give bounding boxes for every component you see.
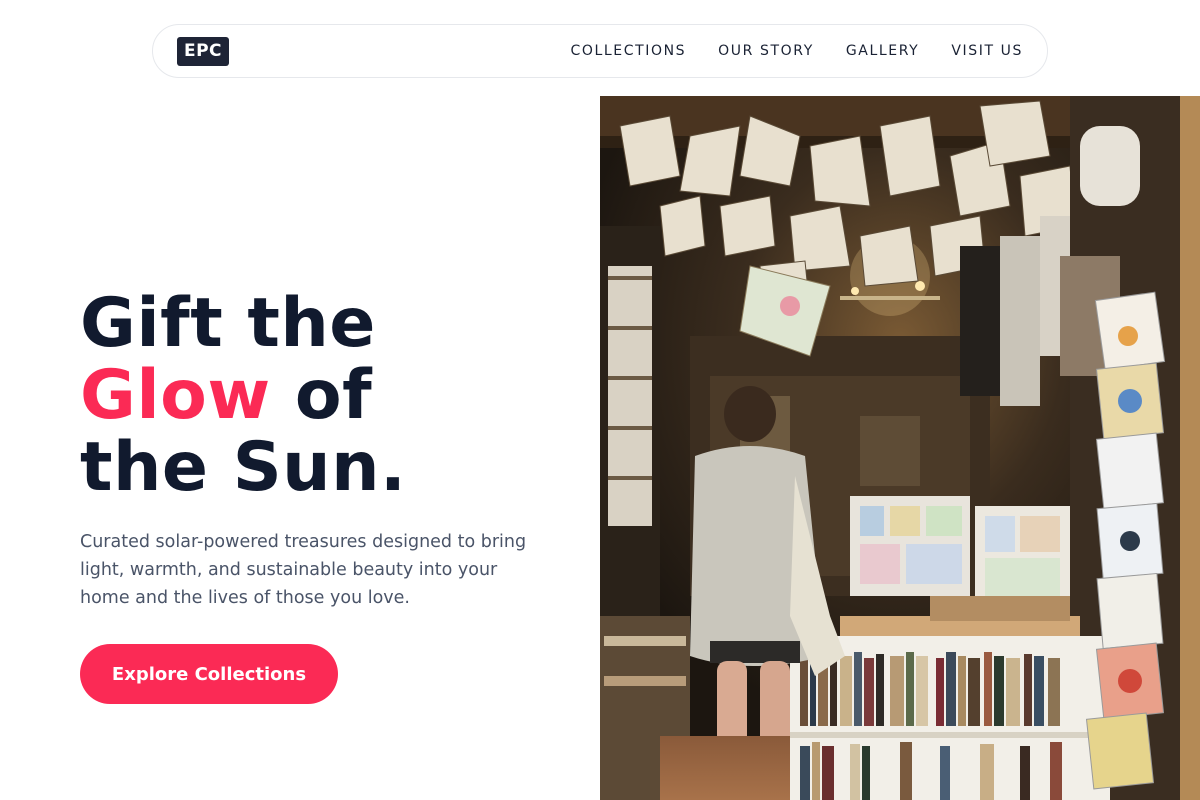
nav-links: COLLECTIONS OUR STORY GALLERY VISIT US — [570, 43, 1023, 59]
hero-title-line-2-rest: of — [270, 356, 373, 435]
hero-bookshop-photo — [600, 96, 1200, 800]
hero-title-line-2: Glow of — [80, 360, 406, 432]
brand-logo[interactable]: EPC — [177, 36, 229, 66]
nav-link-visit-us[interactable]: VISIT US — [951, 43, 1023, 59]
hero-title-accent-word: Glow — [80, 356, 271, 435]
nav-link-gallery[interactable]: GALLERY — [846, 43, 919, 59]
hero-title-line-3: the Sun. — [80, 428, 407, 507]
explore-collections-button[interactable]: Explore Collections — [80, 644, 338, 704]
nav-link-our-story[interactable]: OUR STORY — [718, 43, 814, 59]
nav-link-collections[interactable]: COLLECTIONS — [570, 43, 686, 59]
brand-logo-text: EPC — [183, 41, 223, 61]
hero-title-line-1: Gift the — [80, 284, 376, 363]
top-navbar: EPC COLLECTIONS OUR STORY GALLERY VISIT … — [152, 24, 1048, 78]
hero-title: Gift the Glow of the Sun. — [80, 288, 406, 504]
hero-subtitle: Curated solar-powered treasures designed… — [80, 532, 527, 608]
bookshop-illustration — [600, 96, 1200, 800]
landing-page: EPC COLLECTIONS OUR STORY GALLERY VISIT … — [0, 0, 1200, 800]
